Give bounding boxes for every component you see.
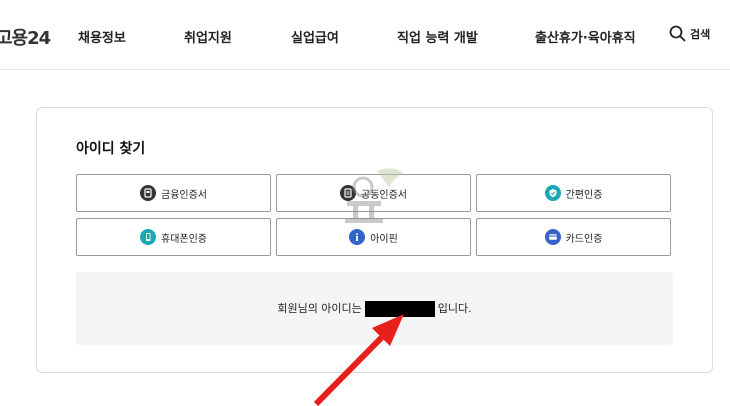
result-suffix: 입니다. bbox=[437, 302, 472, 315]
site-logo[interactable]: 고용24 bbox=[0, 24, 51, 50]
search-label: 검색 bbox=[690, 27, 711, 41]
search-icon bbox=[669, 25, 686, 42]
find-id-card: 아이디 찾기 금융인증서 공동인증서 간편인증 휴대폰인증 아이핀 카드인증 회… bbox=[36, 107, 713, 373]
info-icon bbox=[349, 229, 366, 245]
shield-check-icon bbox=[544, 185, 561, 201]
joint-cert-button[interactable]: 공동인증서 bbox=[276, 174, 471, 212]
nav-jobs[interactable]: 채용정보 bbox=[78, 27, 126, 46]
result-message: 회원님의 아이디는 입니다. bbox=[277, 300, 472, 317]
result-prefix: 회원님의 아이디는 bbox=[277, 302, 362, 315]
card-icon bbox=[544, 229, 561, 245]
joint-cert-label: 공동인증서 bbox=[361, 189, 407, 201]
financial-cert-button[interactable]: 금융인증서 bbox=[76, 174, 271, 212]
card-auth-label: 카드인증 bbox=[565, 233, 603, 245]
simple-auth-button[interactable]: 간편인증 bbox=[476, 174, 671, 212]
phone-auth-label: 휴대폰인증 bbox=[161, 233, 207, 245]
redacted-user-id bbox=[364, 301, 435, 317]
financial-cert-icon bbox=[140, 185, 156, 201]
page-title: 아이디 찾기 bbox=[76, 141, 146, 157]
ipin-auth-label: 아이핀 bbox=[370, 233, 398, 245]
joint-cert-icon bbox=[340, 185, 356, 201]
nav-parental-leave[interactable]: 출산휴가·육아휴직 bbox=[535, 27, 636, 46]
result-box: 회원님의 아이디는 입니다. bbox=[76, 272, 673, 345]
phone-icon bbox=[140, 229, 156, 245]
phone-auth-button[interactable]: 휴대폰인증 bbox=[76, 218, 271, 256]
nav-employment-support[interactable]: 취업지원 bbox=[184, 27, 232, 46]
simple-auth-label: 간편인증 bbox=[565, 189, 603, 201]
financial-cert-label: 금융인증서 bbox=[161, 189, 207, 201]
ipin-auth-button[interactable]: 아이핀 bbox=[276, 218, 471, 256]
search-button[interactable]: 검색 bbox=[669, 25, 710, 42]
nav-vocational-training[interactable]: 직업 능력 개발 bbox=[397, 27, 478, 46]
card-auth-button[interactable]: 카드인증 bbox=[476, 218, 671, 256]
nav-unemployment-benefits[interactable]: 실업급여 bbox=[291, 27, 339, 46]
site-header: 고용24 채용정보 취업지원 실업급여 직업 능력 개발 출산휴가·육아휴직 검… bbox=[0, 0, 730, 70]
